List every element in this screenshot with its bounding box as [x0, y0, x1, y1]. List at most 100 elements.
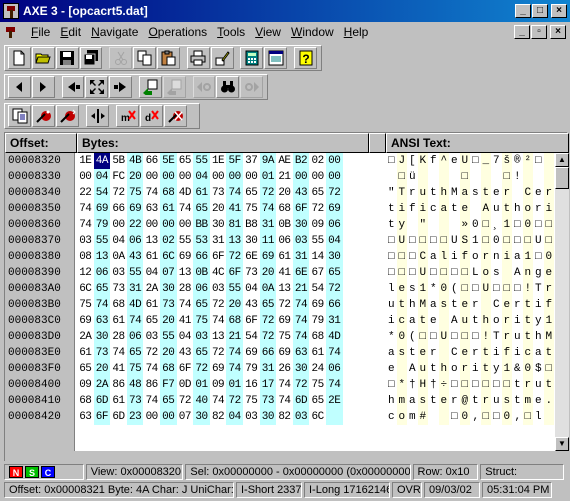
ansi-char[interactable]: y [491, 361, 502, 377]
doc-restore-button[interactable]: ▫ [531, 25, 547, 39]
byte-cell[interactable]: 07 [159, 265, 177, 281]
ansi-char[interactable] [438, 345, 449, 361]
menu-help[interactable]: Help [339, 25, 374, 39]
ansi-char[interactable]: □ [480, 409, 491, 425]
ansi-char[interactable]: h [407, 297, 418, 313]
byte-cell[interactable]: 17 [259, 377, 277, 393]
ansi-char[interactable]: K [417, 153, 428, 169]
ansi-char[interactable]: _ [480, 153, 491, 169]
byte-cell[interactable]: 26 [276, 361, 293, 377]
ansi-char[interactable]: M [449, 185, 460, 201]
forward-button[interactable] [31, 76, 55, 98]
ansi-char[interactable] [428, 409, 439, 425]
byte-cell[interactable]: 65 [193, 297, 210, 313]
byte-cell[interactable]: 22 [126, 217, 144, 233]
ansi-char[interactable]: □ [417, 329, 428, 345]
byte-cell[interactable]: 61 [110, 313, 127, 329]
mark-x-button[interactable]: m [116, 105, 139, 127]
ansi-char[interactable]: 0 [522, 361, 533, 377]
byte-cell[interactable]: 03 [110, 265, 127, 281]
byte-cell[interactable]: 00 [143, 169, 160, 185]
ansi-char[interactable]: ! [522, 281, 533, 297]
ansi-char[interactable]: o [396, 409, 407, 425]
menu-navigate[interactable]: Navigate [86, 25, 143, 39]
horizontal-scrollbar[interactable] [5, 451, 569, 463]
ansi-char[interactable]: r [543, 281, 554, 297]
byte-cell[interactable]: 30 [93, 329, 111, 345]
byte-cell[interactable]: 04 [93, 169, 111, 185]
byte-cell[interactable]: 66 [259, 345, 277, 361]
byte-cell[interactable]: 74 [292, 297, 310, 313]
byte-cell[interactable]: 74 [325, 377, 343, 393]
ansi-char[interactable]: s [396, 345, 407, 361]
go-start-button[interactable] [61, 76, 85, 98]
flag-c-badge[interactable]: C [41, 465, 55, 478]
byte-cell[interactable]: 75 [276, 329, 293, 345]
byte-cell[interactable]: 74 [292, 329, 310, 345]
ansi-char[interactable]: 0 [470, 217, 481, 233]
byte-cell[interactable]: 20 [226, 297, 243, 313]
byte-cell[interactable]: 03 [210, 281, 227, 297]
byte-cell[interactable]: 74 [77, 217, 94, 233]
byte-cell[interactable]: 74 [143, 393, 160, 409]
ansi-char[interactable] [533, 169, 544, 185]
compare-button[interactable] [8, 105, 31, 127]
ansi-char[interactable]: □ [470, 281, 481, 297]
byte-cell[interactable]: 00 [325, 153, 343, 169]
ansi-char[interactable] [449, 169, 460, 185]
ansi-char[interactable] [501, 265, 512, 281]
ansi-char[interactable]: r [428, 345, 439, 361]
save-button[interactable] [55, 47, 79, 69]
byte-cell[interactable]: 5B [110, 153, 127, 169]
byte-cell[interactable]: 86 [110, 377, 127, 393]
maximize-button[interactable]: □ [532, 4, 548, 18]
ansi-char[interactable]: i [543, 201, 554, 217]
ansi-char[interactable]: 0 [522, 217, 533, 233]
ansi-char[interactable]: □ [438, 233, 449, 249]
ansi-char[interactable]: " [386, 185, 397, 201]
byte-cell[interactable]: B2 [292, 153, 310, 169]
byte-cell[interactable]: 74 [177, 201, 194, 217]
byte-cell[interactable]: 02 [159, 233, 177, 249]
ansi-char[interactable] [438, 169, 449, 185]
byte-cell[interactable]: 21 [292, 281, 310, 297]
ansi-char[interactable]: e [491, 185, 502, 201]
ansi-char[interactable]: s [407, 281, 418, 297]
ansi-char[interactable]: e [543, 265, 554, 281]
print-button[interactable] [186, 47, 210, 69]
byte-cell[interactable]: 6F [177, 361, 194, 377]
byte-cell[interactable]: 00 [177, 169, 194, 185]
byte-cell[interactable]: 69 [325, 201, 343, 217]
edit-button[interactable] [210, 47, 234, 69]
byte-cell[interactable]: 6E [243, 249, 260, 265]
ansi-char[interactable]: t [396, 297, 407, 313]
ansi-char[interactable]: c [522, 345, 533, 361]
ansi-char[interactable]: t [428, 361, 439, 377]
ansi-char[interactable]: □ [438, 265, 449, 281]
ansi-char[interactable] [512, 185, 523, 201]
byte-cell[interactable]: 72 [210, 297, 227, 313]
byte-cell[interactable]: 75 [309, 377, 326, 393]
ansi-char[interactable]: a [533, 345, 544, 361]
byte-cell[interactable]: 74 [110, 345, 127, 361]
ansi-char[interactable]: r [501, 185, 512, 201]
byte-cell[interactable]: 30 [159, 281, 177, 297]
byte-cell[interactable]: 73 [93, 345, 111, 361]
ansi-char[interactable]: n [522, 265, 533, 281]
byte-cell[interactable]: 0B [193, 265, 210, 281]
ansi-char[interactable]: i [386, 313, 397, 329]
byte-cell[interactable]: 55 [159, 329, 177, 345]
byte-cell[interactable]: 65 [193, 201, 210, 217]
byte-cell[interactable]: 4D [325, 329, 343, 345]
ansi-char[interactable] [417, 169, 428, 185]
byte-cell[interactable]: 68 [159, 185, 177, 201]
byte-cell[interactable]: 20 [276, 185, 293, 201]
ansi-char[interactable]: t [428, 393, 439, 409]
ansi-char[interactable]: □ [386, 377, 397, 393]
byte-cell[interactable]: 37 [243, 153, 260, 169]
byte-cell[interactable] [325, 409, 343, 425]
ansi-char[interactable]: □ [428, 265, 439, 281]
byte-cell[interactable]: 03 [292, 233, 310, 249]
help-button[interactable]: ? [294, 47, 317, 69]
ansi-char[interactable]: t [386, 217, 397, 233]
